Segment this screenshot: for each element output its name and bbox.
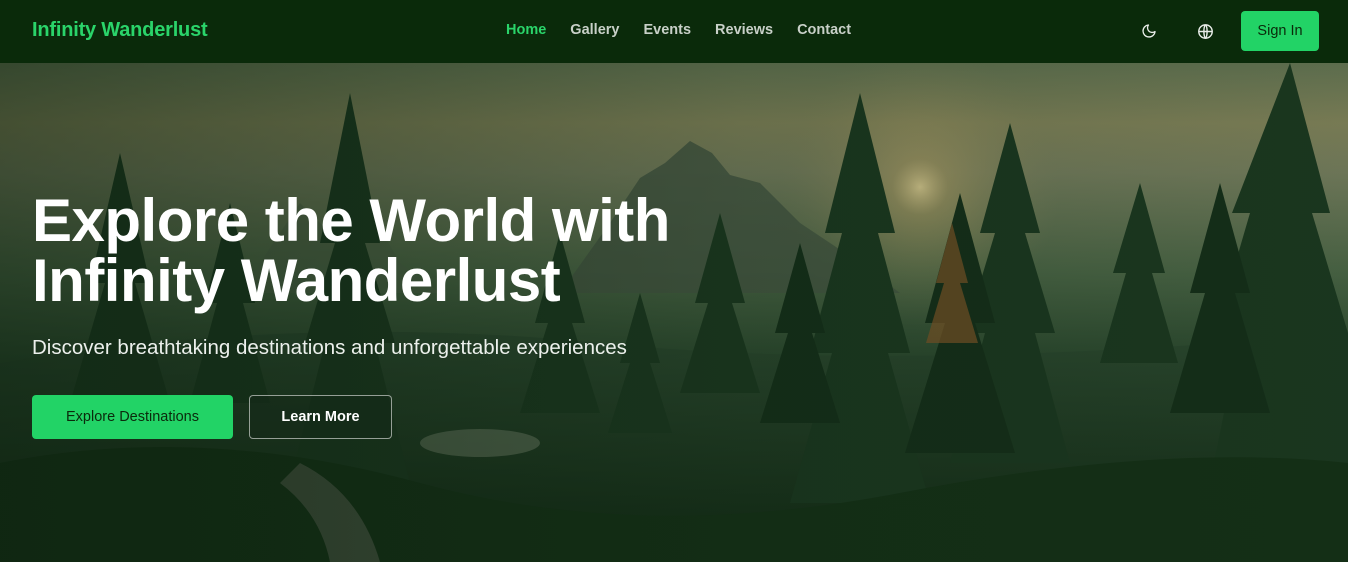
nav-link-gallery[interactable]: Gallery bbox=[570, 22, 619, 38]
language-button[interactable] bbox=[1193, 19, 1217, 43]
hero-title: Explore the World with Infinity Wanderlu… bbox=[32, 191, 752, 311]
explore-destinations-button[interactable]: Explore Destinations bbox=[32, 395, 233, 439]
hero-title-line-1: Explore the World with bbox=[32, 187, 670, 254]
nav-menu: Home Gallery Events Reviews Contact bbox=[506, 22, 851, 38]
globe-icon bbox=[1197, 23, 1213, 39]
learn-more-button[interactable]: Learn More bbox=[249, 395, 392, 439]
brand-logo[interactable]: Infinity Wanderlust bbox=[32, 19, 208, 42]
nav-link-home[interactable]: Home bbox=[506, 22, 546, 38]
theme-toggle-button[interactable] bbox=[1137, 19, 1161, 43]
moon-icon bbox=[1142, 24, 1156, 38]
hero-title-line-2: Infinity Wanderlust bbox=[32, 247, 561, 314]
nav-link-events[interactable]: Events bbox=[643, 22, 691, 38]
hero-section: Explore the World with Infinity Wanderlu… bbox=[0, 63, 1348, 562]
nav-link-contact[interactable]: Contact bbox=[797, 22, 851, 38]
sign-in-button[interactable]: Sign In bbox=[1241, 11, 1319, 51]
nav-link-reviews[interactable]: Reviews bbox=[715, 22, 773, 38]
hero-subtitle: Discover breathtaking destinations and u… bbox=[32, 336, 627, 359]
navbar: Infinity Wanderlust Home Gallery Events … bbox=[0, 0, 1348, 63]
